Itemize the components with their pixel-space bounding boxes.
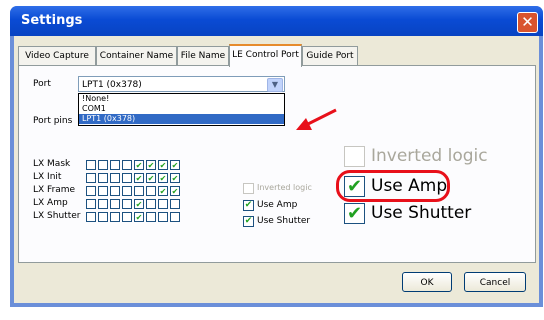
port-select[interactable]: LPT1 (0x378) ▼ [78,76,285,92]
pin-checkbox[interactable] [98,212,108,222]
pin-checkbox[interactable] [110,199,120,209]
pin-checkbox[interactable] [122,212,132,222]
chevron-down-icon[interactable]: ▼ [267,78,283,92]
tab-file-name[interactable]: File Name [177,46,229,65]
port-select-value: LPT1 (0x378) [82,80,142,90]
port-label: Port [33,79,51,89]
dialog-body: Video Capture Container Name File Name L… [14,36,539,303]
pin-checkbox[interactable]: ✔ [146,160,156,170]
pin-checkbox[interactable] [110,212,120,222]
use-amp-highlight-ring [336,170,450,202]
pin-checkbox[interactable]: ✔ [134,199,144,209]
port-option-com1[interactable]: COM1 [79,104,284,114]
pin-checkbox[interactable] [122,160,132,170]
tab-video-capture[interactable]: Video Capture [18,46,96,65]
use-amp-label: Use Amp [257,200,298,210]
pin-checkbox[interactable] [86,186,96,196]
zoom-use-shutter-label: Use Shutter [371,203,472,223]
pin-row-label: LX Shutter [33,211,81,221]
pin-checkbox[interactable] [98,160,108,170]
pin-checkbox[interactable] [110,160,120,170]
cancel-button[interactable]: Cancel [464,272,526,292]
pin-checkbox[interactable] [134,186,144,196]
pin-checkbox[interactable] [110,186,120,196]
pin-row-label: LX Init [33,172,62,182]
pin-checkbox[interactable] [110,173,120,183]
pin-checkbox[interactable] [98,199,108,209]
pin-checkbox[interactable] [98,186,108,196]
pin-checkbox[interactable] [86,173,96,183]
pin-checkbox[interactable] [146,212,156,222]
use-shutter-checkbox[interactable]: ✔ [243,216,254,227]
port-option-none[interactable]: !None! [79,94,284,104]
window-title: Settings [21,13,83,28]
pin-checkbox[interactable] [158,212,168,222]
pin-checkbox[interactable] [122,199,132,209]
pin-checkbox[interactable]: ✔ [158,160,168,170]
pin-checkbox[interactable] [86,160,96,170]
tab-guide-port[interactable]: Guide Port [302,46,358,65]
tab-container-name[interactable]: Container Name [96,46,177,65]
port-option-lpt1[interactable]: LPT1 (0x378) [79,114,284,124]
title-bar[interactable]: Settings ✕ [10,6,543,36]
pin-checkbox[interactable] [122,186,132,196]
pin-checkbox[interactable]: ✔ [134,160,144,170]
pin-checkbox[interactable] [86,199,96,209]
port-pins-label: Port pins [33,116,73,126]
pin-checkbox[interactable]: ✔ [158,173,168,183]
use-shutter-label: Use Shutter [257,216,311,226]
pin-checkbox[interactable] [86,212,96,222]
tab-le-control-port[interactable]: LE Control Port [229,44,302,67]
ok-button[interactable]: OK [402,272,452,292]
pin-checkbox[interactable] [98,173,108,183]
pin-checkbox[interactable] [158,199,168,209]
inverted-logic-checkbox[interactable] [243,183,254,194]
pin-checkbox[interactable]: ✔ [146,173,156,183]
port-dropdown-list: !None! COM1 LPT1 (0x378) [78,93,285,126]
pin-checkbox[interactable]: ✔ [134,173,144,183]
pin-checkbox[interactable]: ✔ [158,186,168,196]
pin-checkbox[interactable]: ✔ [170,160,180,170]
pin-row-label: LX Amp [33,198,68,208]
pin-checkbox[interactable]: ✔ [170,186,180,196]
pin-checkbox[interactable] [170,199,180,209]
pin-checkbox[interactable] [146,186,156,196]
use-amp-checkbox[interactable]: ✔ [243,200,254,211]
pin-row-label: LX Frame [33,185,76,195]
zoom-inverted-logic-label: Inverted logic [371,146,488,166]
pin-checkbox[interactable]: ✔ [170,173,180,183]
pin-checkbox[interactable] [170,212,180,222]
inverted-logic-label: Inverted logic [257,183,312,192]
pin-checkbox[interactable] [146,199,156,209]
pin-checkbox[interactable] [122,173,132,183]
pin-checkbox[interactable]: ✔ [134,212,144,222]
zoom-use-shutter-checkbox: ✔ [344,203,365,224]
zoom-inverted-logic-checkbox [344,146,365,167]
close-button[interactable]: ✕ [517,12,538,33]
pin-row-label: LX Mask [33,159,71,169]
